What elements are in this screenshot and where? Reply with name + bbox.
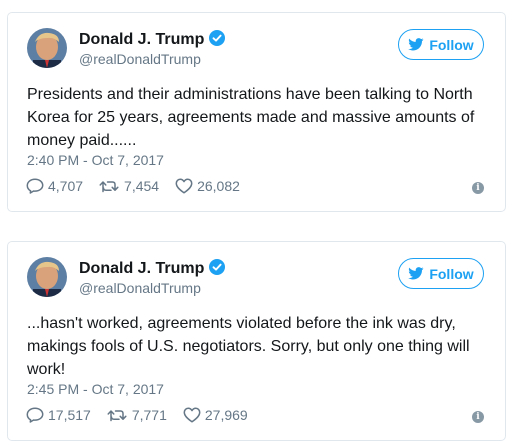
like-count: 27,969: [204, 407, 248, 423]
reply-button[interactable]: 4,707: [26, 178, 83, 194]
verified-badge-icon: [209, 259, 226, 280]
verified-badge-icon: [209, 30, 226, 51]
like-button[interactable]: 26,082: [175, 178, 240, 194]
tweet-card[interactable]: Donald J. Trump @realDonaldTrump Follow …: [7, 241, 506, 441]
user-handle[interactable]: @realDonaldTrump: [79, 280, 201, 296]
retweet-button[interactable]: 7,771: [107, 407, 167, 423]
twitter-bird-icon: [408, 38, 424, 51]
tweet-text: ...hasn't worked, agreements violated be…: [27, 315, 470, 378]
reply-icon: [26, 178, 44, 194]
display-name[interactable]: Donald J. Trump: [79, 30, 226, 51]
retweet-button[interactable]: 7,454: [99, 178, 159, 194]
tweet-actions: 4,707 7,454 26,082: [26, 178, 256, 194]
retweet-icon: [107, 410, 127, 422]
follow-button[interactable]: Follow: [398, 258, 484, 289]
reply-icon: [26, 407, 44, 423]
tweet-actions: 17,517 7,771 27,969: [26, 407, 264, 423]
info-icon[interactable]: i: [472, 411, 484, 423]
tweet-text: Presidents and their administrations hav…: [27, 86, 475, 149]
retweet-count: 7,771: [131, 407, 167, 423]
like-icon: [183, 407, 201, 423]
like-icon: [175, 178, 193, 194]
reply-count: 4,707: [48, 178, 84, 194]
avatar[interactable]: [27, 257, 67, 297]
like-count: 26,082: [197, 178, 240, 194]
reply-count: 17,517: [48, 407, 91, 423]
avatar[interactable]: [27, 28, 67, 68]
display-name[interactable]: Donald J. Trump: [79, 259, 226, 280]
retweet-icon: [99, 181, 119, 193]
tweet-timestamp[interactable]: 2:40 PM - Oct 7, 2017: [27, 152, 164, 168]
tweet-card[interactable]: Donald J. Trump @realDonaldTrump Follow …: [7, 12, 506, 212]
like-button[interactable]: 27,969: [183, 407, 248, 423]
info-icon[interactable]: i: [472, 182, 484, 194]
tweet-timestamp[interactable]: 2:45 PM - Oct 7, 2017: [27, 381, 164, 397]
reply-button[interactable]: 17,517: [26, 407, 91, 423]
follow-button[interactable]: Follow: [398, 29, 484, 60]
twitter-bird-icon: [408, 267, 424, 280]
retweet-count: 7,454: [124, 178, 160, 194]
user-handle[interactable]: @realDonaldTrump: [79, 51, 201, 67]
